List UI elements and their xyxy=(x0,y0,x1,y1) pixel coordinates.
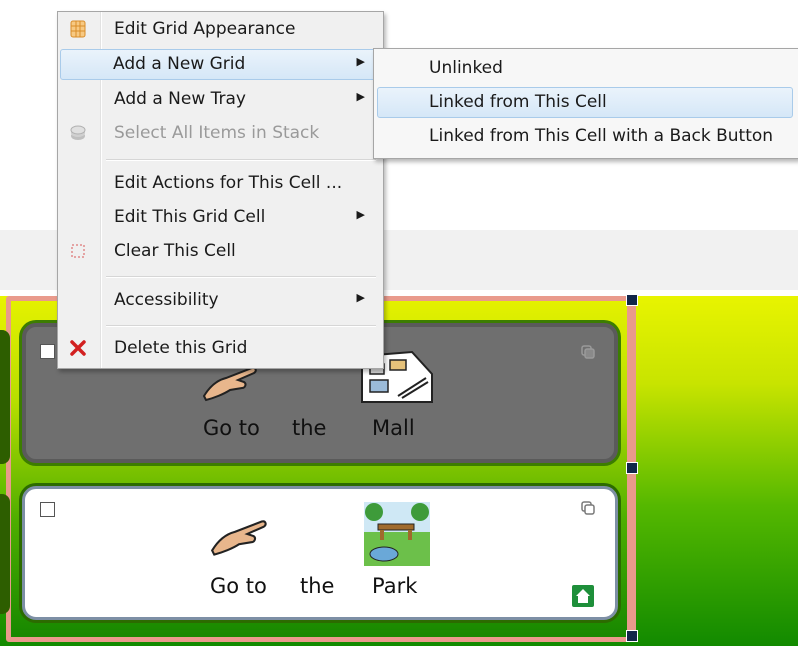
menu-item-edit-actions[interactable]: Edit Actions for This Cell ... xyxy=(60,168,379,199)
menu-item-select-all-in-stack[interactable]: Select All Items in Stack xyxy=(60,118,379,149)
stack-icon xyxy=(70,125,86,140)
menu-item-edit-grid-cell[interactable]: Edit This Grid Cell ▶ xyxy=(60,202,379,233)
submenu-item-label: Unlinked xyxy=(429,58,503,78)
cell-word: the xyxy=(300,574,335,598)
resize-handle-middle-right[interactable] xyxy=(626,462,638,474)
menu-item-label: Edit Grid Appearance xyxy=(114,19,296,39)
copy-icon[interactable] xyxy=(580,344,596,360)
menu-item-label: Edit This Grid Cell xyxy=(114,207,266,227)
delete-x-icon xyxy=(70,340,86,356)
menu-item-label: Accessibility xyxy=(114,290,219,310)
cell-word: Go to xyxy=(210,574,267,598)
home-button[interactable] xyxy=(572,585,594,607)
submenu-item-label: Linked from This Cell xyxy=(429,92,607,112)
menu-item-add-new-grid[interactable]: Add a New Grid ▶ xyxy=(60,49,379,80)
menu-separator xyxy=(106,276,376,278)
grid-cell-park[interactable] xyxy=(22,486,618,620)
clear-cell-icon xyxy=(71,244,85,258)
cell-word: Park xyxy=(372,574,418,598)
context-menu: Edit Grid Appearance Add a New Grid ▶ Ad… xyxy=(57,11,384,369)
menu-item-label: Edit Actions for This Cell ... xyxy=(114,173,343,193)
cell-select-checkbox[interactable] xyxy=(40,344,55,359)
submenu-arrow-icon: ▶ xyxy=(356,90,365,103)
submenu-arrow-icon: ▶ xyxy=(356,55,365,68)
submenu-item-label: Linked from This Cell with a Back Button xyxy=(429,126,774,146)
menu-separator xyxy=(106,325,376,327)
menu-item-delete-grid[interactable]: Delete this Grid xyxy=(60,333,379,364)
cell-word: the xyxy=(292,416,327,440)
menu-item-label: Clear This Cell xyxy=(114,241,236,261)
menu-item-accessibility[interactable]: Accessibility ▶ xyxy=(60,285,379,316)
park-icon xyxy=(364,502,430,566)
menu-item-edit-grid-appearance[interactable]: Edit Grid Appearance xyxy=(60,14,379,45)
submenu-item-linked-from-cell[interactable]: Linked from This Cell xyxy=(377,87,793,118)
cell-word: Mall xyxy=(372,416,415,440)
pointing-hand-icon xyxy=(210,520,267,556)
menu-item-label: Add a New Tray xyxy=(114,89,246,109)
left-edge-cell-lower[interactable] xyxy=(0,494,10,614)
submenu-arrow-icon: ▶ xyxy=(356,208,365,221)
menu-separator xyxy=(106,159,376,161)
menu-item-label: Delete this Grid xyxy=(114,338,248,358)
submenu-arrow-icon: ▶ xyxy=(356,291,365,304)
resize-handle-bottom-right[interactable] xyxy=(626,630,638,642)
submenu-item-linked-with-back-button[interactable]: Linked from This Cell with a Back Button xyxy=(377,121,793,152)
resize-handle-top-right[interactable] xyxy=(626,294,638,306)
menu-item-add-new-tray[interactable]: Add a New Tray ▶ xyxy=(60,84,379,115)
menu-item-label: Add a New Grid xyxy=(113,54,246,74)
home-icon xyxy=(576,589,590,603)
cell-select-checkbox[interactable] xyxy=(40,502,55,517)
copy-icon[interactable] xyxy=(580,500,596,516)
menu-item-clear-cell[interactable]: Clear This Cell xyxy=(60,236,379,267)
menu-item-label: Select All Items in Stack xyxy=(114,123,320,143)
submenu-item-unlinked[interactable]: Unlinked xyxy=(377,53,793,84)
grid-appearance-icon xyxy=(70,20,86,38)
cell-word: Go to xyxy=(203,416,260,440)
add-new-grid-submenu: Unlinked Linked from This Cell Linked fr… xyxy=(373,48,798,159)
left-edge-cell-upper[interactable] xyxy=(0,330,10,464)
